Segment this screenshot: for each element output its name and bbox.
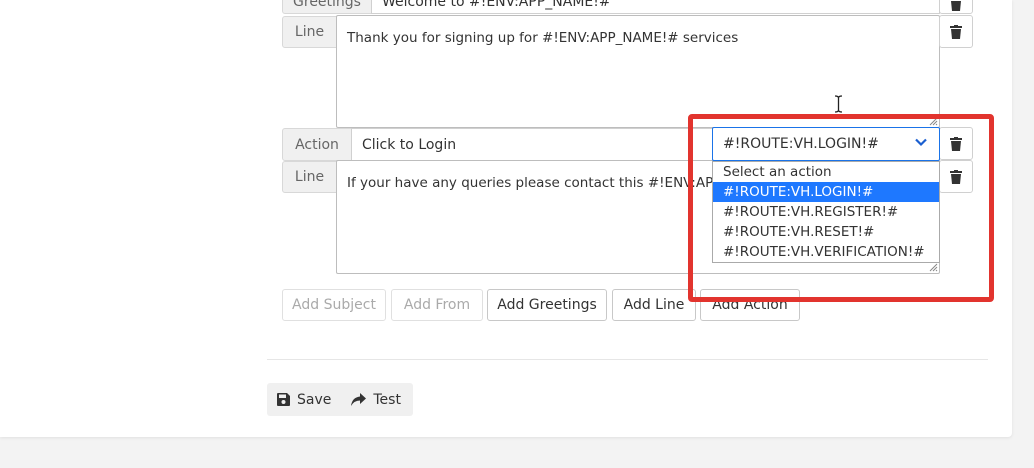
- trash-icon: [951, 1, 961, 11]
- add-from-button[interactable]: Add From: [391, 289, 483, 321]
- dropdown-option[interactable]: #!ROUTE:VH.REGISTER!#: [713, 202, 939, 222]
- resize-handle-icon[interactable]: [928, 262, 938, 272]
- text-cursor-icon: [834, 95, 843, 113]
- test-button[interactable]: Test: [341, 383, 411, 416]
- route-select[interactable]: #!ROUTE:VH.LOGIN!#: [712, 127, 940, 161]
- trash-icon: [950, 136, 962, 151]
- dropdown-option[interactable]: #!ROUTE:VH.RESET!#: [713, 222, 939, 242]
- floppy-disk-icon: [277, 393, 290, 406]
- chevron-down-icon: [915, 138, 927, 147]
- line-label-2: Line: [282, 161, 337, 193]
- delete-line-2-button[interactable]: [939, 160, 973, 193]
- action-text-input[interactable]: Click to Login: [351, 128, 713, 161]
- add-action-button[interactable]: Add Action: [700, 289, 800, 321]
- dropdown-option[interactable]: #!ROUTE:VH.VERIFICATION!#: [713, 242, 939, 262]
- greetings-input[interactable]: Welcome to #!ENV:APP_NAME!#: [371, 0, 940, 14]
- divider: [267, 359, 988, 360]
- line-textarea-1[interactable]: Thank you for signing up for #!ENV:APP_N…: [336, 15, 940, 128]
- trash-icon: [950, 169, 962, 184]
- add-greetings-button[interactable]: Add Greetings: [487, 289, 607, 321]
- line-label-1: Line: [282, 16, 337, 48]
- delete-action-button[interactable]: [939, 127, 973, 160]
- action-label: Action: [282, 128, 352, 161]
- trash-icon: [950, 24, 962, 39]
- add-subject-button[interactable]: Add Subject: [282, 289, 386, 321]
- add-line-button[interactable]: Add Line: [612, 289, 696, 321]
- route-dropdown-list: Select an action #!ROUTE:VH.LOGIN!# #!RO…: [712, 161, 940, 263]
- save-button[interactable]: Save: [267, 383, 341, 416]
- delete-line-1-button[interactable]: [939, 15, 973, 48]
- dropdown-option[interactable]: Select an action: [713, 162, 939, 182]
- share-arrow-icon: [351, 393, 367, 406]
- greetings-label: Greetings: [282, 0, 372, 14]
- delete-greetings-button[interactable]: [939, 0, 973, 14]
- footer-toolbar: Save Test: [267, 383, 413, 416]
- resize-handle-icon[interactable]: [928, 116, 938, 126]
- dropdown-option-selected[interactable]: #!ROUTE:VH.LOGIN!#: [713, 182, 939, 202]
